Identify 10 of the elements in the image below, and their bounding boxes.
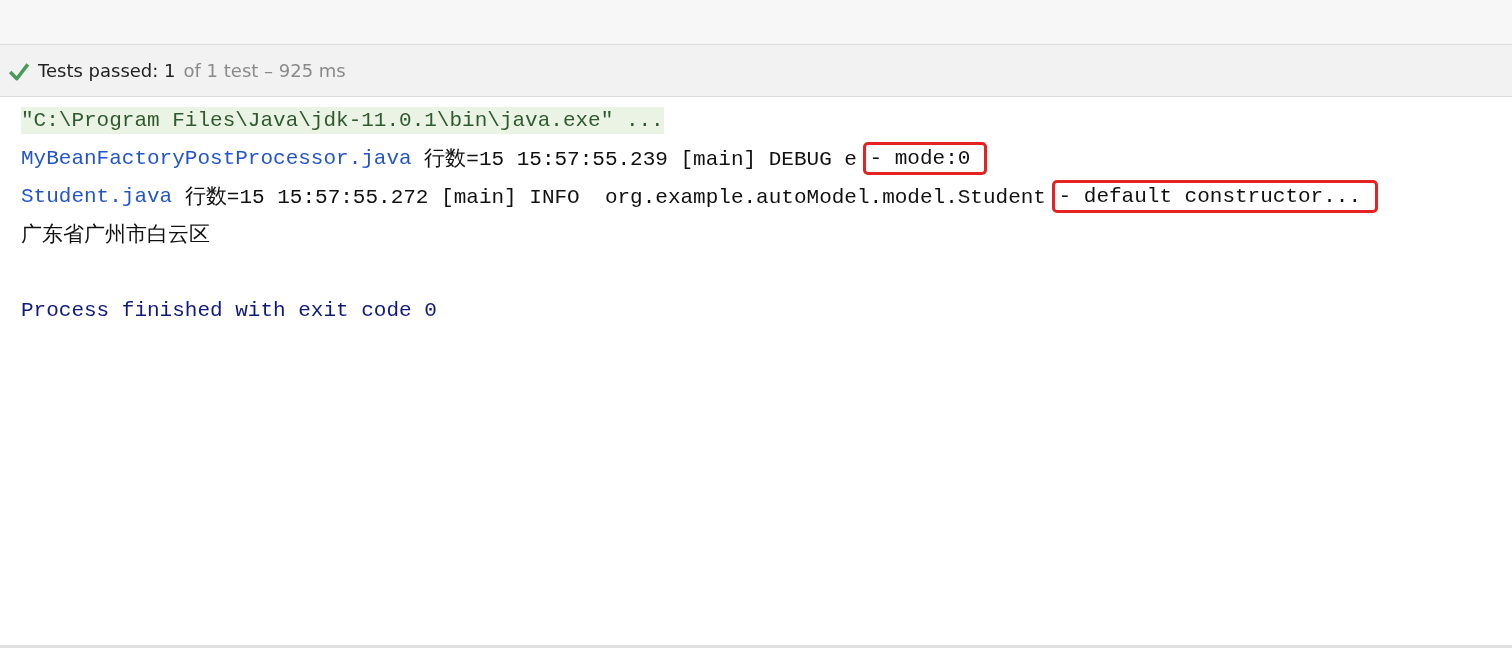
log-text: 行数=15 15:57:55.239 [main] DEBUG e [423,147,858,172]
highlighted-log-text: - mode:0 [865,144,985,172]
log-text: 行数=15 15:57:55.272 [main] INFO org.example.autoModel.model.Student [183,185,1047,210]
status-label: Tests passed: 1 [38,60,176,81]
status-detail: of 1 test – 925 ms [183,60,346,81]
source-link[interactable]: MyBeanFactoryPostProcessor.java [21,146,412,170]
exit-message: Process finished with exit code 0 [21,298,437,322]
log-text: 广东省广州市白云区 [21,222,210,248]
source-link[interactable]: Student.java [21,184,173,208]
highlighted-log-text: - default constructor... [1054,182,1376,210]
